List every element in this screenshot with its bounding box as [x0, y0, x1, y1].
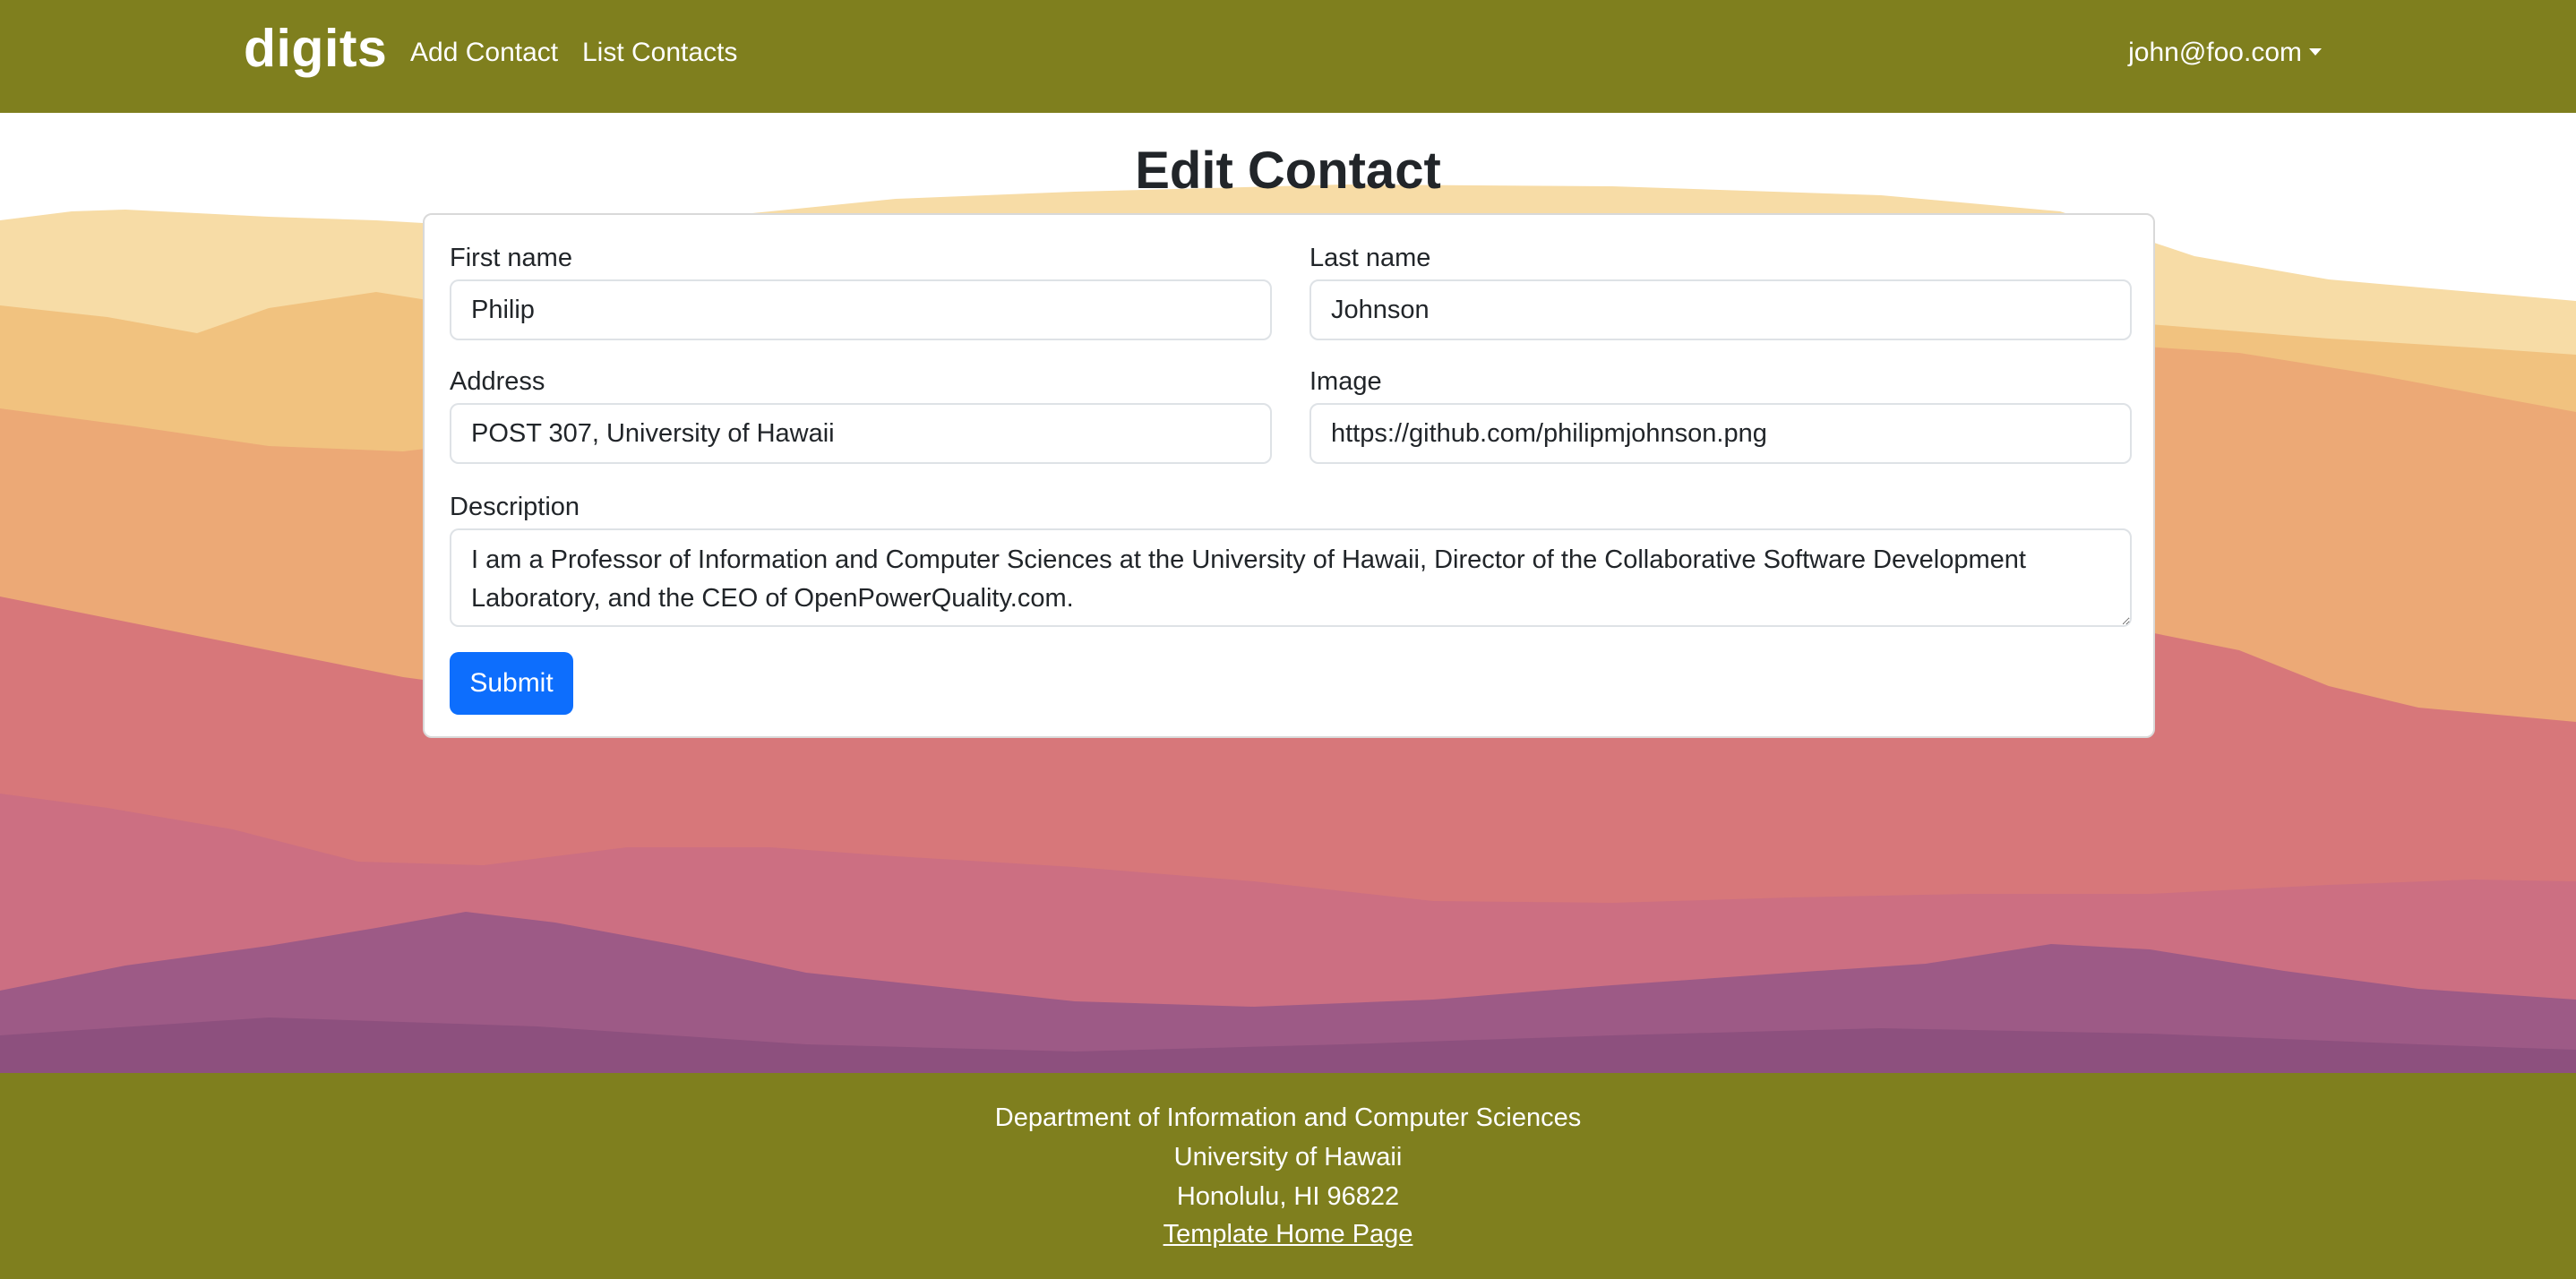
- footer: Department of Information and Computer S…: [0, 1073, 2576, 1279]
- first-name-label: First name: [450, 244, 572, 272]
- nav-list-contacts[interactable]: List Contacts: [582, 38, 737, 68]
- brand-logo[interactable]: digits: [244, 18, 387, 79]
- template-home-link[interactable]: Template Home Page: [1163, 1220, 1413, 1249]
- footer-university: University of Hawaii: [1173, 1143, 1403, 1172]
- image-label: Image: [1309, 367, 1382, 396]
- address-label: Address: [450, 367, 545, 396]
- address-input[interactable]: [450, 403, 1272, 464]
- user-dropdown[interactable]: john@foo.com: [2128, 38, 2322, 68]
- submit-button[interactable]: Submit: [450, 652, 573, 715]
- edit-contact-form: First name Last name Address Image Descr…: [423, 213, 2155, 738]
- footer-link-row: Template Home Page: [0, 1220, 2576, 1249]
- footer-department: Department of Information and Computer S…: [994, 1103, 1582, 1132]
- footer-location: Honolulu, HI 96822: [1176, 1182, 1400, 1211]
- last-name-label: Last name: [1309, 244, 1431, 272]
- description-textarea[interactable]: I am a Professor of Information and Comp…: [450, 528, 2132, 627]
- user-email: john@foo.com: [2128, 38, 2302, 67]
- description-label: Description: [450, 493, 580, 521]
- page-title: Edit Contact: [1135, 142, 1441, 200]
- nav-add-contact[interactable]: Add Contact: [410, 38, 558, 68]
- caret-down-icon: [2309, 48, 2322, 56]
- navbar: digits Add Contact List Contacts john@fo…: [0, 0, 2576, 113]
- last-name-input[interactable]: [1309, 279, 2132, 340]
- image-url-input[interactable]: [1309, 403, 2132, 464]
- first-name-input[interactable]: [450, 279, 1272, 340]
